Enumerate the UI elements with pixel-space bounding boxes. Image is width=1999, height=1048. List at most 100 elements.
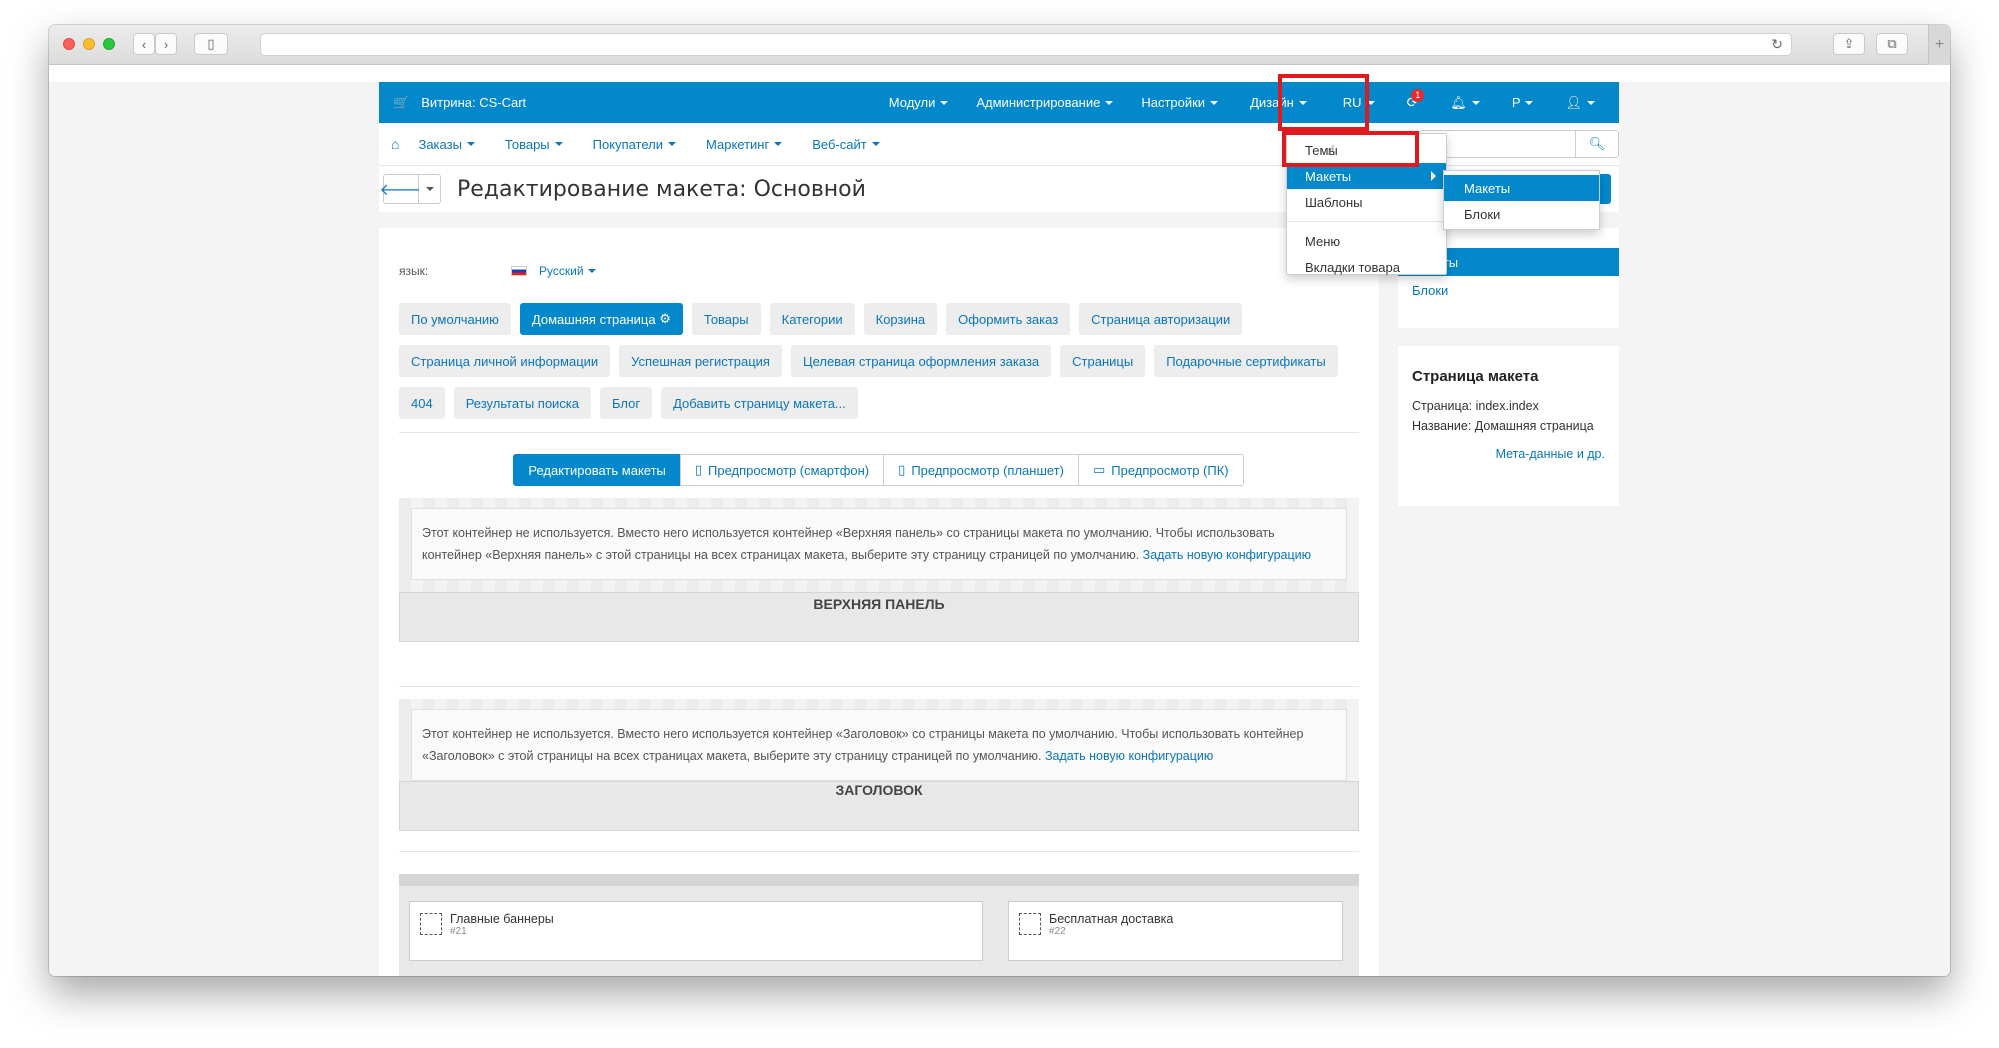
share-button[interactable]: ⇪ — [1833, 33, 1865, 55]
chevron-right-icon: › — [163, 36, 169, 52]
view-mode-tabs: Редактировать макеты ▯ Предпросмотр (смар… — [399, 454, 1359, 486]
bell-icon: 🔔︎ — [1450, 94, 1467, 110]
meta-data-link[interactable]: Мета-данные и др. — [1412, 447, 1605, 461]
menu-administration[interactable]: Администрирование — [962, 82, 1127, 123]
browser-titlebar: ‹ › ▯ ↻ ⇪ ⧉ + — [49, 25, 1950, 65]
tab-preview-smartphone[interactable]: ▯ Предпросмотр (смартфон) — [679, 454, 885, 486]
tabs-icon: ⧉ — [1887, 36, 1897, 51]
reload-icon[interactable]: ↻ — [1771, 36, 1783, 53]
design-menu-menus[interactable]: Меню — [1287, 228, 1446, 254]
layout-page-tab[interactable]: Категории — [769, 303, 855, 335]
nav-label: Покупатели — [592, 136, 664, 152]
layout-page-tab[interactable]: Успешная регистрация — [619, 345, 782, 377]
menu-notifications[interactable]: 🔔︎ — [1432, 82, 1498, 123]
layout-page-tab-active[interactable]: Домашняя страница ⚙ — [519, 303, 683, 335]
tab-preview-tablet[interactable]: ▯ Предпросмотр (планшет) — [883, 454, 1079, 486]
sidebar-item-blocks[interactable]: Блоки — [1398, 276, 1619, 304]
menu-modules[interactable]: Модули — [875, 82, 963, 123]
tab-preview-desktop[interactable]: ▭ Предпросмотр (ПК) — [1077, 454, 1244, 486]
container-title: ВЕРХНЯЯ ПАНЕЛЬ — [399, 592, 1359, 642]
design-menu-product-tabs[interactable]: Вкладки товара — [1287, 254, 1446, 280]
add-layout-page-button[interactable]: Добавить страницу макета... — [661, 387, 858, 419]
page-viewport: 🛒 Витрина: CS-Cart Модули Администрирова… — [49, 66, 1950, 976]
caret-down-icon — [466, 142, 475, 146]
storefront-link[interactable]: 🛒 Витрина: CS-Cart — [379, 95, 526, 111]
nav-website[interactable]: Веб-сайт — [797, 137, 894, 152]
caret-down-icon — [774, 142, 783, 146]
forward-nav-button[interactable]: › — [155, 33, 177, 55]
menu-label: Администрирование — [976, 95, 1101, 110]
address-bar[interactable]: ↻ — [260, 33, 1792, 56]
close-window-button[interactable] — [63, 38, 75, 50]
layout-page-tab[interactable]: Оформить заказ — [946, 303, 1071, 335]
block-info: Бесплатная доставка #22 — [1049, 912, 1173, 950]
language-selector[interactable]: Русский — [511, 264, 596, 278]
block-main-banners[interactable]: Главные баннеры #21 — [409, 901, 983, 961]
tablet-icon: ▯ — [898, 462, 906, 477]
menu-label: Модули — [888, 95, 936, 110]
layout-page-tab[interactable]: Страницы — [1060, 345, 1146, 377]
sidebar-toggle-button[interactable]: ▯ — [194, 33, 228, 55]
caret-down-icon — [1587, 100, 1595, 105]
nav-label: Маркетинг — [706, 136, 770, 152]
home-icon[interactable]: ⌂ — [391, 136, 403, 152]
arrow-left-icon: 🡐 — [379, 181, 423, 199]
layout-page-tab[interactable]: Подарочные сертификаты — [1154, 345, 1338, 377]
block-name: Главные баннеры — [450, 912, 554, 926]
chip-label: Домашняя страница — [531, 311, 656, 327]
design-menu-templates[interactable]: Шаблоны — [1287, 189, 1446, 215]
minimize-window-button[interactable] — [83, 38, 95, 50]
tab-edit-layouts[interactable]: Редактировать макеты — [513, 454, 681, 486]
zoom-window-button[interactable] — [103, 38, 115, 50]
storefront-label: Витрина: CS-Cart — [421, 95, 527, 110]
info-title: Страница макета — [1412, 368, 1539, 385]
nav-orders[interactable]: Заказы — [403, 137, 489, 152]
tab-label: Предпросмотр (планшет) — [911, 462, 1064, 478]
user-icon: 👤︎ — [1565, 94, 1582, 110]
menu-label: Настройки — [1141, 95, 1206, 110]
refresh-icon: ⟳ 1 — [1407, 89, 1425, 111]
layout-page-tab[interactable]: Товары — [691, 303, 761, 335]
caret-down-icon — [668, 142, 677, 146]
caret-down-icon — [554, 142, 563, 146]
menu-currency[interactable]: Р — [1498, 82, 1548, 123]
tabs-button[interactable]: ⧉ — [1876, 33, 1908, 55]
nav-products[interactable]: Товары — [490, 137, 578, 152]
caret-down-icon — [871, 142, 880, 146]
caret-down-icon — [940, 100, 949, 105]
layout-page-tab[interactable]: Блог — [600, 387, 653, 419]
layout-page-tab[interactable]: Страница личной информации — [399, 345, 611, 377]
search-button[interactable]: 🔍︎ — [1575, 130, 1619, 158]
nav-label: Заказы — [418, 136, 462, 152]
submenu-layouts[interactable]: Макеты — [1444, 175, 1599, 201]
menu-settings[interactable]: Настройки — [1127, 82, 1232, 123]
block-id: #22 — [1049, 926, 1066, 937]
new-tab-button[interactable]: + — [1928, 25, 1950, 65]
menu-updates[interactable]: ⟳ 1 — [1393, 82, 1433, 123]
menu-user[interactable]: 👤︎ — [1547, 82, 1619, 123]
back-history-dropdown[interactable] — [419, 174, 441, 204]
layout-page-tab[interactable]: Результаты поиска — [453, 387, 592, 419]
desktop-icon: ▭ — [1092, 462, 1106, 477]
set-new-config-link[interactable]: Задать новую конфигурацию — [1045, 749, 1213, 763]
menu-item-label: Макеты — [1305, 168, 1352, 184]
submenu-blocks[interactable]: Блоки — [1444, 201, 1599, 227]
cart-icon: 🛒 — [393, 94, 410, 110]
layout-page-tab[interactable]: Корзина — [863, 303, 938, 335]
nav-customers[interactable]: Покупатели — [578, 137, 691, 152]
layout-page-tab[interactable]: 404 — [399, 387, 445, 419]
layouts-submenu: Макеты Блоки — [1443, 170, 1600, 230]
gear-icon[interactable]: ⚙ — [659, 311, 671, 327]
layout-page-tab[interactable]: Целевая страница оформления заказа — [790, 345, 1052, 377]
back-button[interactable]: 🡐 — [380, 174, 422, 204]
layout-page-tab[interactable]: Страница авторизации — [1079, 303, 1243, 335]
set-new-config-link[interactable]: Задать новую конфигурацию — [1143, 548, 1311, 562]
highlight-design-menu — [1278, 74, 1369, 131]
block-free-shipping[interactable]: Бесплатная доставка #22 — [1008, 901, 1343, 961]
layout-page-tab[interactable]: По умолчанию — [399, 303, 511, 335]
divider — [399, 686, 1359, 687]
container-title: ЗАГОЛОВОК — [399, 781, 1359, 831]
tab-label: Предпросмотр (смартфон) — [708, 462, 870, 478]
nav-marketing[interactable]: Маркетинг — [691, 137, 797, 152]
back-nav-button[interactable]: ‹ — [133, 33, 155, 55]
